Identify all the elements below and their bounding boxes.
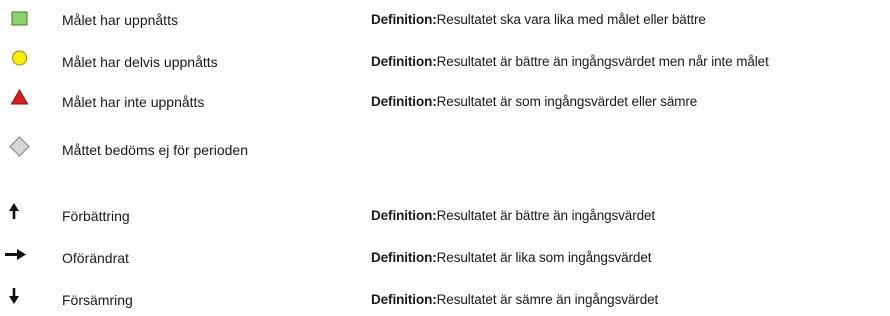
arrow-up-icon (9, 203, 19, 219)
legend-row-partial: Målet har delvis uppnåtts Definition:Res… (0, 48, 890, 78)
legend-row-not-achieved: Målet har inte uppnåtts Definition:Resul… (0, 88, 890, 118)
legend-row-unchanged: Oförändrat Definition:Resultatet är lika… (0, 244, 890, 274)
legend-row-deterioration: Försämring Definition:Resultatet är sämr… (0, 286, 890, 316)
legend-definition: Definition:Resultatet är lika som ingång… (371, 250, 652, 265)
legend-label: Oförändrat (62, 250, 129, 266)
legend-definition: Definition:Resultatet ska vara lika med … (371, 12, 706, 27)
arrow-right-icon (5, 249, 26, 260)
legend-definition: Definition:Resultatet är sämre än ingång… (371, 292, 659, 307)
red-triangle-icon (10, 88, 29, 105)
legend-row-achieved: Målet har uppnåtts Definition:Resultatet… (0, 6, 890, 36)
legend-label: Målet har delvis uppnåtts (62, 54, 218, 70)
legend-label: Måttet bedöms ej för perioden (62, 142, 248, 158)
legend-definition: Definition:Resultatet är bättre än ingån… (371, 54, 769, 69)
legend-definition: Definition:Resultatet är bättre än ingån… (371, 208, 656, 223)
gray-diamond-icon (9, 136, 30, 157)
yellow-circle-icon (12, 50, 27, 66)
legend-definition: Definition:Resultatet är som ingångsvärd… (371, 94, 698, 109)
arrow-down-icon (9, 288, 19, 304)
green-square-icon (11, 11, 28, 26)
legend-row-improvement: Förbättring Definition:Resultatet är bät… (0, 202, 890, 232)
legend-label: Förbättring (62, 208, 130, 224)
legend-label: Målet har inte uppnåtts (62, 94, 205, 110)
legend-label: Målet har uppnåtts (62, 12, 178, 28)
legend-label: Försämring (62, 292, 133, 308)
legend-row-not-assessed: Måttet bedöms ej för perioden (0, 136, 890, 166)
